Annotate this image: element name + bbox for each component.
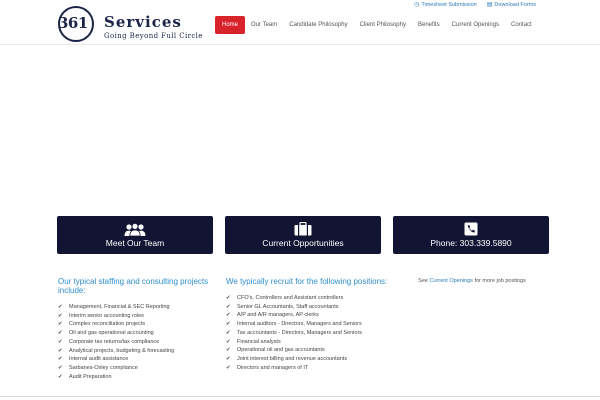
list-item-text: Internal audit assistance [69, 356, 129, 363]
check-icon: ✔ [58, 347, 63, 354]
briefcase-icon [294, 222, 312, 236]
list-item-text: Financial analysts [237, 338, 281, 345]
recruit-heading: We typically recruit for the following p… [226, 277, 388, 286]
nav-item-client-philosophy[interactable]: Client Philosophy [354, 16, 412, 34]
list-item: ✔ Corporate tax returns/tax compliance [58, 338, 218, 347]
check-icon: ✔ [226, 312, 231, 319]
tile-label: Phone: 303.339.5890 [430, 238, 512, 248]
list-item: ✔ Interim senior accounting roles [58, 312, 218, 321]
logo-wordmark: Services [104, 13, 182, 31]
tile-label: Current Opportunities [262, 238, 344, 248]
utility-links: ◷ Timesheet Submission ▤ Download Forms [414, 1, 536, 9]
list-item: ✔ Sarbanes-Oxley compliance [58, 364, 218, 373]
list-item-text: CFO's, Controllers and Assistant control… [237, 295, 344, 301]
list-item-text: Management, Financial & SEC Reporting [69, 304, 170, 310]
check-icon: ✔ [58, 338, 63, 345]
check-icon: ✔ [226, 364, 231, 371]
recruit-list: ✔ CFO's, Controllers and Assistant contro… [226, 294, 396, 372]
nav-item-candidate-philosophy[interactable]: Candidate Philosophy [283, 16, 353, 34]
check-icon: ✔ [226, 303, 231, 310]
list-item-text: Oil and gas operational accounting [69, 330, 154, 337]
check-icon: ✔ [58, 304, 63, 310]
logo-tagline: Going Beyond Full Circle [104, 32, 203, 40]
list-item-text: Sarbanes-Oxley compliance [69, 364, 138, 371]
timesheet-label: Timesheet Submission [421, 1, 477, 8]
site-logo[interactable]: 361 Services Going Beyond Full Circle [58, 6, 202, 42]
footer-divider [0, 396, 600, 397]
download-label: Download Forms [494, 1, 536, 8]
nav-item-home[interactable]: Home [215, 16, 246, 34]
nav-item-our-team[interactable]: Our Team [245, 16, 283, 34]
list-item-text: Internal auditors - Directors, Managers … [237, 321, 362, 328]
list-item: ✔ Senior GL Accountants, Staff accountant… [226, 303, 396, 312]
staffing-section: Our typical staffing and consulting proj… [58, 277, 218, 381]
see-suffix: for more job postings [474, 278, 526, 284]
feature-tiles: Meet Our Team Current Opportunities Phon… [57, 216, 549, 254]
list-item: ✔ CFO's, Controllers and Assistant contro… [226, 294, 396, 303]
list-item: ✔ Internal auditors - Directors, Managers… [226, 320, 396, 329]
staffing-list: ✔ Management, Financial & SEC Reporting ✔… [58, 303, 218, 381]
tile-label: Meet Our Team [105, 237, 165, 248]
see-more-note: See Current Openings for more job postin… [394, 278, 550, 284]
list-item: ✔ Directors and managers of IT [226, 364, 396, 373]
list-item: ✔ Oil and gas operational accounting [58, 329, 218, 338]
phone-icon [464, 222, 478, 236]
list-item: ✔ Financial analysts [226, 338, 396, 347]
list-item-text: A/P and A/R managers, AP clerks [237, 312, 319, 319]
list-item-text: Operational oil and gas accountants [237, 347, 325, 354]
list-item-text: Corporate tax returns/tax compliance [69, 338, 160, 345]
check-icon: ✔ [58, 321, 63, 328]
list-item-text: Complex reconciliation projects [69, 321, 146, 328]
current-opportunities-tile[interactable]: Current Opportunities [225, 216, 381, 254]
list-item: ✔ Audit Preparation [58, 373, 218, 382]
list-item-text: Senior GL Accountants, Staff accountants [237, 303, 339, 310]
logo-number: 361 [58, 14, 88, 32]
list-item: ✔ Tax accountants - Directors, Managers a… [226, 329, 396, 338]
nav-item-current-openings[interactable]: Current Openings [446, 16, 505, 34]
header-divider [0, 44, 600, 45]
list-item-text: Audit Preparation [69, 373, 112, 380]
current-openings-link[interactable]: Current Openings [430, 278, 473, 284]
recruit-section: We typically recruit for the following p… [226, 277, 396, 372]
see-prefix: See [418, 278, 428, 284]
main-nav: Home Our Team Candidate Philosophy Clien… [215, 16, 538, 34]
check-icon: ✔ [226, 329, 231, 336]
clock-icon: ◷ [414, 2, 420, 8]
phone-tile[interactable]: Phone: 303.339.5890 [393, 216, 549, 254]
check-icon: ✔ [226, 338, 231, 345]
nav-item-contact[interactable]: Contact [505, 16, 538, 34]
list-item-text: Joint interest billing and revenue accou… [237, 355, 348, 362]
timesheet-link[interactable]: ◷ Timesheet Submission [414, 1, 477, 9]
check-icon: ✔ [58, 373, 63, 380]
check-icon: ✔ [58, 312, 63, 319]
list-item: ✔ Complex reconciliation projects [58, 320, 218, 329]
users-icon [124, 222, 146, 236]
list-item: ✔ Operational oil and gas accountants [226, 346, 396, 355]
check-icon: ✔ [226, 295, 231, 301]
list-item: ✔ Analytical projects, budgeting & foreca… [58, 347, 218, 356]
list-item: ✔ Joint interest billing and revenue acco… [226, 355, 396, 364]
list-item: ✔ A/P and A/R managers, AP clerks [226, 311, 396, 320]
check-icon: ✔ [226, 321, 231, 328]
check-icon: ✔ [226, 355, 231, 362]
list-item-text: Interim senior accounting roles [69, 312, 144, 319]
list-item-text: Directors and managers of IT [237, 364, 309, 371]
list-item-text: Tax accountants - Directors, Managers an… [237, 329, 363, 336]
nav-item-benefits[interactable]: Benefits [412, 16, 446, 34]
list-item: ✔ Management, Financial & SEC Reporting [58, 303, 218, 312]
staffing-heading: Our typical staffing and consulting proj… [58, 277, 209, 295]
check-icon: ✔ [58, 330, 63, 337]
list-item-text: Analytical projects, budgeting & forecas… [69, 347, 175, 354]
download-forms-link[interactable]: ▤ Download Forms [486, 1, 536, 9]
list-item: ✔ Internal audit assistance [58, 355, 218, 364]
check-icon: ✔ [58, 364, 63, 371]
check-icon: ✔ [226, 347, 231, 354]
document-icon: ▤ [486, 2, 493, 8]
check-icon: ✔ [58, 356, 63, 363]
meet-our-team-tile[interactable]: Meet Our Team [57, 216, 213, 254]
